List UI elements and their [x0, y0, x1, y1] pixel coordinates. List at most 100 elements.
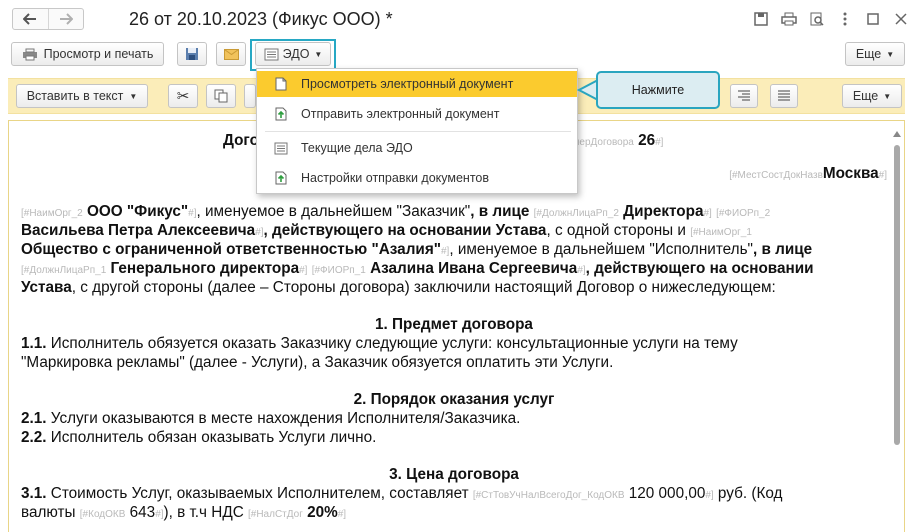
printer-icon — [22, 48, 37, 60]
fio1: Азалина Ивана Сергеевича — [370, 260, 578, 277]
text: , с одной стороны и — [546, 222, 686, 239]
cut-button[interactable]: ✂ — [168, 84, 198, 108]
editor-more-label: Еще — [852, 89, 879, 103]
copy-button[interactable] — [206, 84, 236, 108]
edo-tasks-icon — [274, 140, 288, 156]
menu-item-label: Отправить электронный документ — [301, 107, 500, 121]
text: , в лице — [752, 241, 813, 258]
paragraph-line: Васильева Петра Алексеевича#], действующ… — [21, 221, 887, 240]
tag-end: #] — [705, 490, 714, 501]
section-3-title: 3. Цена договора — [389, 466, 519, 483]
scroll-up-icon[interactable] — [893, 131, 901, 137]
paragraph-line: [#ДолжнЛицаРп_1 Генерального директора#]… — [21, 259, 887, 278]
clause-3-1-cont: валюты [#КодОКВ 643#]), в т.ч НДС [#НалС… — [21, 503, 887, 522]
arrow-left-icon — [23, 13, 37, 25]
chevron-down-icon: ▼ — [886, 49, 895, 59]
more-label: Еще — [855, 47, 882, 61]
clause-2-2: 2.2. Исполнитель обязан оказывать Услуги… — [21, 428, 887, 447]
tag-fio1: [#ФИОРп_1 — [311, 265, 366, 276]
save-icon[interactable] — [751, 9, 771, 29]
tag-end: #] — [155, 509, 164, 520]
clause-number: 3.1. — [21, 485, 47, 502]
title-bar: 26 от 20.10.2023 (Фикус ООО) * — [0, 0, 921, 38]
maximize-icon[interactable] — [863, 9, 883, 29]
insert-text-button[interactable]: Вставить в текст ▼ — [16, 84, 148, 108]
place: Москва — [822, 165, 879, 182]
print-icon[interactable] — [779, 9, 799, 29]
more-actions-button[interactable]: Еще ▼ — [845, 42, 905, 66]
tag-nds: [#НалСтДог — [248, 509, 303, 520]
tag-pos1: [#ДолжнЛицаРп_1 — [21, 265, 107, 276]
clause-3-1: 3.1. Стоимость Услуг, оказываемых Исполн… — [21, 484, 887, 503]
envelope-icon — [223, 48, 239, 60]
tag-fio2: [#ФИОРп_2 — [716, 208, 771, 219]
back-button[interactable] — [13, 9, 48, 29]
tag-end: #] — [577, 265, 586, 276]
scissors-icon: ✂ — [176, 88, 190, 105]
tag-end: #] — [878, 170, 887, 181]
save-button[interactable] — [177, 42, 207, 66]
sum: 120 000,00 — [628, 485, 706, 502]
paste-button[interactable] — [244, 84, 256, 108]
paragraph-line: Устава, с другой стороны (далее – Сторон… — [21, 278, 887, 297]
arrow-right-icon — [59, 13, 73, 25]
tag-end: #] — [337, 509, 347, 520]
text: , именуемое в дальнейшем "Заказчик" — [196, 203, 471, 220]
menu-item-send-settings[interactable]: Настройки отправки документов — [257, 165, 577, 191]
more-vertical-icon[interactable] — [835, 9, 855, 29]
text: Стоимость Услуг, оказываемых Исполнителе… — [46, 485, 473, 502]
menu-item-send-edoc[interactable]: Отправить электронный документ — [257, 101, 577, 127]
text: ), в т.ч НДС — [163, 504, 248, 521]
paragraph-line: [#НаимОрг_2 ООО "Фикус"#], именуемое в д… — [21, 202, 887, 221]
contract-title: Дого — [223, 132, 259, 149]
clause-2-1: 2.1. Услуги оказываются в месте нахожден… — [21, 409, 887, 428]
edo-dropdown-menu: Просмотреть электронный документ Отправи… — [256, 68, 578, 194]
tag-end: #] — [655, 137, 664, 148]
align-right-button[interactable] — [730, 84, 758, 108]
print-preview-label: Просмотр и печать — [43, 47, 154, 61]
align-justify-button[interactable] — [770, 84, 798, 108]
forward-button[interactable] — [47, 9, 84, 29]
text: Исполнитель обязуется оказать Заказчику … — [46, 335, 738, 352]
tag-end: #] — [703, 208, 712, 219]
copy-icon — [214, 89, 228, 103]
clause-number: 1.1. — [21, 335, 47, 352]
editor-more-button[interactable]: Еще ▼ — [842, 84, 902, 108]
section-1-title: 1. Предмет договора — [375, 316, 533, 333]
clause-1-1-cont: "Маркировка рекламы" (далее - Услуги), а… — [21, 354, 614, 371]
org1: Общество с ограниченной ответственностью… — [21, 241, 441, 258]
tag-pos2: [#ДолжнЛицаРп_2 — [533, 208, 619, 219]
document-title: 26 от 20.10.2023 (Фикус ООО) * — [129, 9, 393, 29]
close-icon[interactable] — [891, 9, 911, 29]
print-preview-button[interactable]: Просмотр и печать — [11, 42, 164, 66]
menu-item-view-edoc[interactable]: Просмотреть электронный документ — [257, 71, 577, 97]
chevron-down-icon: ▼ — [883, 91, 892, 101]
floppy-icon — [186, 48, 198, 60]
search-icon[interactable] — [807, 9, 827, 29]
tag-sum: [#СтТовУчНалВсегоДог_КодОКВ — [472, 490, 625, 501]
text: Исполнитель обязан оказывать Услуги личн… — [46, 429, 377, 446]
email-button[interactable] — [216, 42, 246, 66]
hint-text: Нажмите — [631, 83, 685, 97]
text: , в лице — [470, 203, 530, 220]
send-settings-icon — [274, 170, 288, 186]
menu-item-label: Текущие дела ЭДО — [301, 141, 413, 155]
fio2: Васильева Петра Алексеевича — [21, 222, 256, 239]
text: Услуги оказываются в месте нахождения Ис… — [46, 410, 521, 427]
tag-place: [#МестСостДокНазв — [729, 170, 823, 181]
text: , действующего на основании Устава — [263, 222, 547, 239]
menu-item-edo-tasks[interactable]: Текущие дела ЭДО — [257, 135, 577, 161]
align-justify-icon — [778, 90, 790, 101]
tag-end: #] — [299, 265, 308, 276]
pos2: Директора — [623, 203, 704, 220]
edo-button-highlight — [250, 39, 336, 71]
tag-end: #] — [255, 227, 264, 238]
window-icons — [751, 9, 911, 29]
insert-text-label: Вставить в текст — [26, 89, 124, 103]
menu-item-label: Настройки отправки документов — [301, 171, 489, 185]
chevron-down-icon: ▼ — [129, 91, 138, 101]
paragraph-line: Общество с ограниченной ответственностью… — [21, 240, 887, 259]
vertical-scrollbar[interactable] — [894, 145, 900, 445]
clause-number: 2.2. — [21, 429, 47, 446]
clause-number: 2.1. — [21, 410, 47, 427]
